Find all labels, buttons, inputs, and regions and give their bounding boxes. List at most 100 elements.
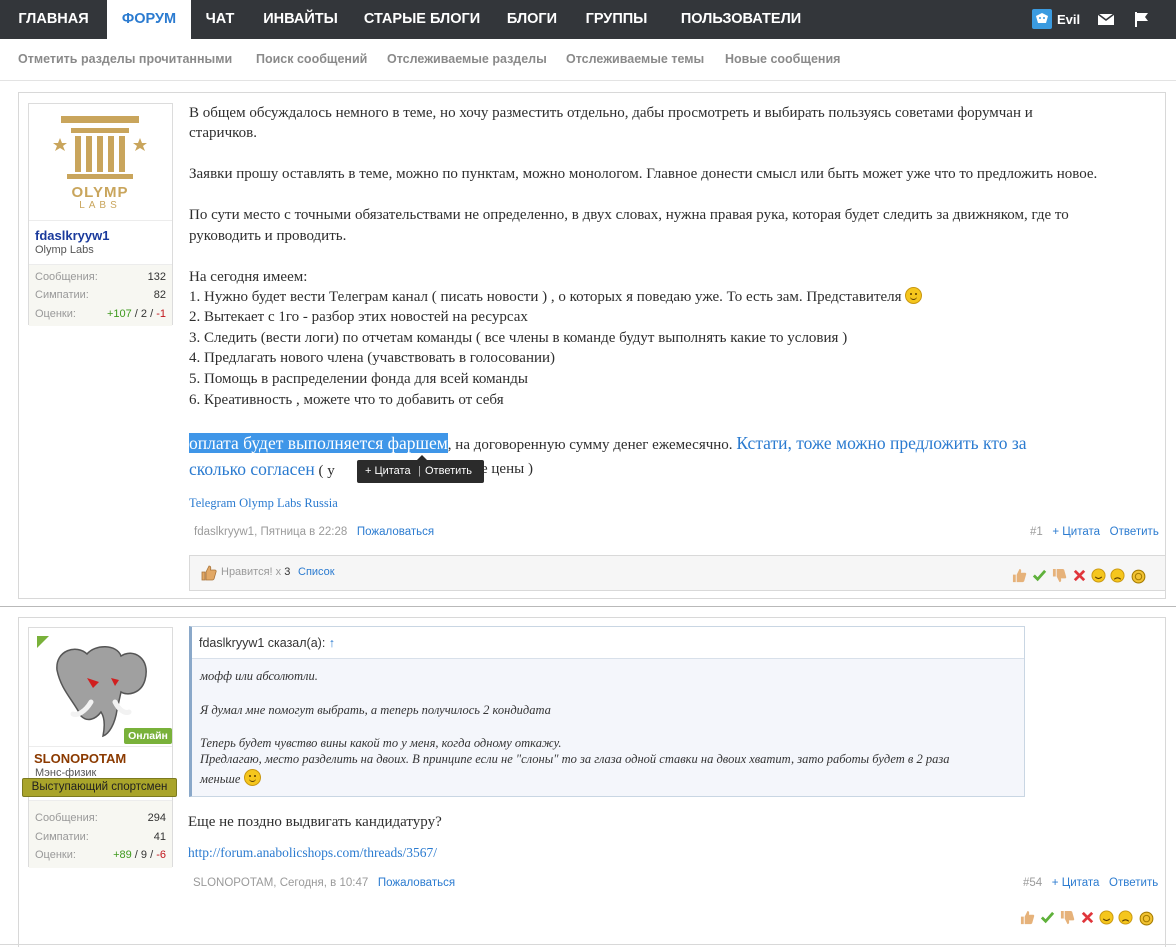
post-paragraph: руководить и проводить. xyxy=(189,228,347,244)
quote-line: Я думал мне помогут выбрать, а теперь по… xyxy=(200,703,551,717)
tab-home[interactable]: ГЛАВНАЯ xyxy=(0,0,107,39)
post-author-time[interactable]: fdaslkryyw1, Пятница в 22:28 xyxy=(194,526,347,538)
new-messages-link[interactable]: Новые сообщения xyxy=(725,52,840,66)
ratings-separator: / xyxy=(147,849,157,861)
post-meta: fdaslkryyw1, Пятница в 22:28 Пожаловатьс… xyxy=(194,526,434,538)
list-item: 6. Креативность , можете что то добавить… xyxy=(189,392,504,408)
post-paragraph: Еще не поздно выдвигать кандидатуру? xyxy=(188,814,442,830)
stat-ratings[interactable]: Оценки: +107 / 2 / -1 xyxy=(35,308,166,326)
quote-author[interactable]: fdaslkryyw1 сказал(а): xyxy=(199,636,325,650)
tab-blogs[interactable]: БЛОГИ xyxy=(492,0,572,39)
reply-button[interactable]: Ответить xyxy=(1110,526,1159,538)
sad-icon[interactable] xyxy=(1118,910,1133,925)
post-number[interactable]: #54 xyxy=(1023,877,1042,889)
stat-messages[interactable]: Сообщения: 294 xyxy=(35,812,166,830)
tab-invites[interactable]: ИНВАЙТЫ xyxy=(249,0,352,39)
stat-label: Оценки: xyxy=(35,308,76,320)
stat-ratings[interactable]: Оценки: +89 / 9 / -6 xyxy=(35,849,166,867)
list-item: 4. Предлагать нового члена (учавствовать… xyxy=(189,350,556,366)
user-title: Olymp Labs xyxy=(35,244,94,256)
stat-value: 294 xyxy=(147,812,166,824)
elephant-avatar[interactable] xyxy=(47,640,155,740)
watched-threads-link[interactable]: Отслеживаемые темы xyxy=(566,52,704,66)
flag-icon[interactable] xyxy=(1133,10,1151,28)
ratings-separator: / xyxy=(131,308,141,320)
list-item: 1. Нужно будет вести Телеграм канал ( пи… xyxy=(189,287,923,308)
tab-users[interactable]: ПОЛЬЗОВАТЕЛИ xyxy=(661,0,821,39)
username[interactable]: Evil xyxy=(1057,12,1080,27)
username[interactable]: SLONOPOTAM xyxy=(34,751,126,766)
stat-value: 41 xyxy=(153,831,166,843)
go-to-quote-icon[interactable]: ↑ xyxy=(329,636,335,650)
divider xyxy=(29,746,172,747)
online-badge: Онлайн xyxy=(124,728,172,744)
tab-chat[interactable]: ЧАТ xyxy=(191,0,249,39)
tab-groups[interactable]: ГРУППЫ xyxy=(572,0,661,39)
x-icon[interactable] xyxy=(1072,568,1087,583)
thumbs-down-icon[interactable] xyxy=(1060,910,1075,925)
mail-icon[interactable] xyxy=(1097,10,1115,28)
thumbs-down-icon[interactable] xyxy=(1052,568,1067,583)
ratings-positive: +107 xyxy=(106,308,132,320)
selected-text[interactable]: оплата будет выполняется фаршем xyxy=(189,433,448,453)
user-menu[interactable]: Evil xyxy=(1032,9,1080,29)
tooltip-quote-button[interactable]: + Цитата xyxy=(365,465,411,477)
user-card: Онлайн SLONOPOTAM Мэнс-физик Сообщения: 2… xyxy=(28,627,173,868)
stat-label: Оценки: xyxy=(35,849,76,861)
x-icon[interactable] xyxy=(1080,910,1095,925)
tab-old-blogs[interactable]: СТАРЫЕ БЛОГИ xyxy=(352,0,492,39)
top-navigation: ГЛАВНАЯ ФОРУМ ЧАТ ИНВАЙТЫ СТАРЫЕ БЛОГИ Б… xyxy=(0,0,1176,39)
list-item: 3. Следить (вести логи) по отчетам коман… xyxy=(189,330,848,346)
forum-subnav: Отметить разделы прочитанными Поиск сооб… xyxy=(0,39,1176,81)
post-author-time[interactable]: SLONOPOTAM, Сегодня, в 10:47 xyxy=(193,877,368,889)
smile-icon[interactable] xyxy=(1099,910,1114,925)
medal-icon[interactable] xyxy=(1138,909,1155,926)
post-meta: SLONOPOTAM, Сегодня, в 10:47 Пожаловатьс… xyxy=(193,877,455,889)
search-messages-link[interactable]: Поиск сообщений xyxy=(256,52,367,66)
thumbs-up-icon[interactable] xyxy=(1020,910,1035,925)
payment-text: , на договоренную сумму денег ежемесячно… xyxy=(447,437,733,453)
tab-forum[interactable]: ФОРУМ xyxy=(107,0,191,39)
post-actions: #1 + Цитата Ответить xyxy=(1030,526,1159,538)
tooltip-separator: | xyxy=(418,465,421,477)
likes-list-link[interactable]: Список xyxy=(298,566,335,578)
quote-line: Предлагаю, место разделить на двоих. В п… xyxy=(200,752,950,766)
tooltip-reply-button[interactable]: Ответить xyxy=(425,465,472,477)
medal-icon[interactable] xyxy=(1130,567,1147,584)
report-link[interactable]: Пожаловаться xyxy=(378,877,455,889)
check-icon[interactable] xyxy=(1032,568,1047,583)
stat-value: 82 xyxy=(153,289,166,301)
ratings-positive: +89 xyxy=(113,849,132,861)
ratings-negative: -6 xyxy=(156,849,166,861)
mark-read-link[interactable]: Отметить разделы прочитанными xyxy=(18,52,232,66)
sad-icon[interactable] xyxy=(1110,568,1125,583)
reply-button[interactable]: Ответить xyxy=(1109,877,1158,889)
quote-header: fdaslkryyw1 сказал(а): ↑ xyxy=(192,627,1024,659)
stat-label: Симпатии: xyxy=(35,831,89,843)
thread-link[interactable]: http://forum.anabolicshops.com/threads/3… xyxy=(188,843,437,864)
telegram-link[interactable]: Telegram Olymp Labs Russia xyxy=(189,493,338,514)
stat-label: Сообщения: xyxy=(35,271,98,283)
report-link[interactable]: Пожаловаться xyxy=(357,526,434,538)
mascot-icon xyxy=(1036,13,1048,23)
watched-forums-link[interactable]: Отслеживаемые разделы xyxy=(387,52,547,66)
quote-button[interactable]: + Цитата xyxy=(1052,877,1100,889)
username[interactable]: fdaslkryyw1 xyxy=(35,228,109,243)
stat-messages[interactable]: Сообщения: 132 xyxy=(35,271,166,289)
post-paragraph: Заявки прошу оставлять в теме, можно по … xyxy=(189,166,1098,182)
quote-button[interactable]: + Цитата xyxy=(1052,526,1100,538)
thumbs-up-icon[interactable] xyxy=(1012,568,1027,583)
check-icon[interactable] xyxy=(1040,910,1055,925)
quote-tooltip: + Цитата | Ответить xyxy=(357,460,484,483)
list-heading: На сегодня имеем: xyxy=(189,269,308,285)
post-separator xyxy=(0,606,1176,607)
quote-line-text: меньше xyxy=(200,772,241,786)
stat-likes[interactable]: Симпатии: 41 xyxy=(35,831,166,849)
stat-likes[interactable]: Симпатии: 82 xyxy=(35,289,166,307)
payment-tail: е цены ) xyxy=(481,461,533,477)
post-separator xyxy=(0,944,1176,945)
smile-icon[interactable] xyxy=(1091,568,1106,583)
post-number[interactable]: #1 xyxy=(1030,526,1043,538)
stat-label: Симпатии: xyxy=(35,289,89,301)
quote-line: мофф или абсолютли. xyxy=(200,669,318,683)
